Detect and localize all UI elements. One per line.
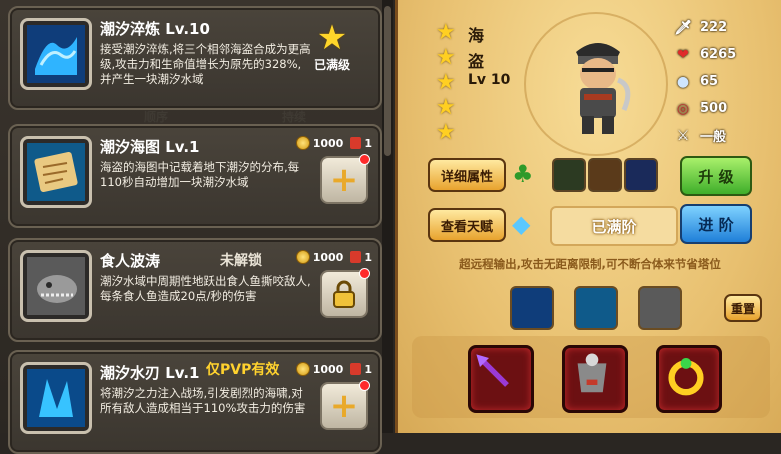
star-rating: ★ ★ ★ ★ ★ <box>436 20 456 145</box>
target-icon: ◎ <box>676 100 690 117</box>
locked-label: 未解锁 <box>220 253 262 269</box>
skill-description: 海盗的海图中记载着地下潮汐的分布,每110秒自动增加一块潮汐水域 <box>100 160 300 189</box>
section-label: 顺序 <box>144 110 169 124</box>
upgrade-cost: 1000 1 <box>295 362 372 376</box>
equipped-orb-icon[interactable] <box>624 158 658 192</box>
skill-card-tide-blade[interactable]: 潮汐水刃 Lv.1 仅PVP有效 将潮汐之力注入战场,引发剧烈的海啸,对所有敌人… <box>8 350 382 454</box>
skill-description: 潮汐水域中周期性地跃出食人鱼撕咬敌人,每条食人鱼造成20点/秒的伤害 <box>100 274 311 303</box>
clover-icon: ♣ <box>512 160 534 188</box>
equipped-map-icon[interactable] <box>552 158 586 192</box>
skill-slot-piranha-wave[interactable] <box>638 286 682 330</box>
hero-name-1: 海 <box>468 26 485 45</box>
notification-dot <box>359 380 370 391</box>
hero-description: 超远程输出,攻击无距离限制,可不断合体来节省塔位 <box>459 257 721 271</box>
sword-icon: 🗡 <box>674 19 692 36</box>
scroll-icon <box>350 363 362 375</box>
skill-card-tide-refine[interactable]: 潮汐淬炼 Lv.10 接受潮汐淬炼,将三个相邻海盗合成为更高级,攻击力和生命值增… <box>8 6 382 110</box>
upgrade-button[interactable]: 升 级 <box>680 156 752 196</box>
hero-level: Lv 10 <box>468 72 511 88</box>
unlock-lock-button[interactable] <box>320 268 370 318</box>
coin-icon <box>295 362 310 376</box>
scroll-cost: 1 <box>364 362 372 376</box>
scrollbar-thumb[interactable] <box>384 6 391 156</box>
tide-refine-icon <box>20 18 92 90</box>
skill-description: 接受潮汐淬炼,将三个相邻海盗合成为更高级,攻击力和生命值增长为原先的328%,并… <box>100 42 311 86</box>
section-label: 持续 <box>282 110 307 124</box>
crystal-icon: ◆ <box>512 210 531 238</box>
skill-title: 潮汐淬炼 Lv.10 <box>100 20 210 38</box>
skill-title: 食人波涛 <box>100 252 161 270</box>
reset-button[interactable]: 重置 <box>724 294 762 322</box>
equipment-slot-spear[interactable] <box>468 345 534 413</box>
star-icon: ★ <box>436 45 456 70</box>
coin-cost: 1000 <box>312 362 344 376</box>
max-level-label: 已满级 <box>313 58 350 72</box>
hero-stats: 🗡 222 ❤ 6265 ● 65 ◎ 500 ⚔ 一般 <box>674 14 736 149</box>
coin-cost: 1000 <box>312 136 344 150</box>
star-icon: ★ <box>316 18 348 58</box>
spear-icon <box>476 354 509 387</box>
skill-list-panel: 潮汐淬炼 Lv.10 接受潮汐淬炼,将三个相邻海盗合成为更高级,攻击力和生命值增… <box>0 0 393 454</box>
stat-attack: 🗡 222 <box>674 19 728 36</box>
equipment-slot-ring[interactable] <box>656 345 722 413</box>
skill-card-piranha-wave[interactable]: 食人波涛 未解锁 潮汐水域中周期性地跃出食人鱼撕咬敌人,每条食人鱼造成20点/秒… <box>8 238 382 342</box>
attack-speed-icon: ⚔ <box>676 127 690 144</box>
hero-name-2: 盗 <box>468 52 485 71</box>
upgrade-plus-button[interactable]: + <box>320 380 370 430</box>
stat-speed: ● 65 <box>674 68 736 95</box>
heart-icon: ❤ <box>677 46 689 63</box>
scroll-icon <box>350 137 362 149</box>
max-level-badge: ★ 已满级 <box>302 20 362 73</box>
lock-icon <box>333 280 355 308</box>
ring-icon <box>668 358 704 396</box>
coin-icon <box>295 136 310 150</box>
scroll-cost: 1 <box>364 250 372 264</box>
skill-title: 潮汐海图 Lv.1 <box>100 138 200 156</box>
tide-blade-icon <box>20 362 92 434</box>
view-talent-button[interactable]: 查看天赋 <box>428 208 506 242</box>
piranha-wave-icon <box>20 250 92 322</box>
coin-icon <box>295 250 310 264</box>
details-button[interactable]: 详细属性 <box>428 158 506 192</box>
skill-card-tide-map[interactable]: 潮汐海图 Lv.1 海盗的海图中记载着地下潮汐的分布,每110秒自动增加一块潮汐… <box>8 124 382 228</box>
advance-button[interactable]: 进 阶 <box>680 204 752 244</box>
scroll-cost: 1 <box>364 136 372 150</box>
star-icon: ★ <box>436 20 456 45</box>
stat-health: ❤ 6265 <box>674 41 736 68</box>
skill-slot-tide-refine[interactable] <box>510 286 554 330</box>
scroll-icon <box>350 251 362 263</box>
equipped-armor-icon[interactable] <box>588 158 622 192</box>
upgrade-cost: 1000 1 <box>295 250 372 264</box>
upgrade-cost: 1000 1 <box>295 136 372 150</box>
star-icon: ★ <box>436 95 456 120</box>
armor-icon <box>577 353 607 393</box>
tide-map-icon <box>20 136 92 208</box>
star-icon: ★ <box>436 120 456 145</box>
skill-slot-tide-map[interactable] <box>574 286 618 330</box>
skill-title: 潮汐水刃 Lv.1 <box>100 364 200 382</box>
pvp-only-tag: 仅PVP有效 <box>206 362 280 378</box>
hero-detail-panel: ★ ★ ★ ★ ★ 海 盗 Lv 10 🗡 222 ❤ 6265 ● 65 ◎ 500 … <box>395 0 781 433</box>
coin-cost: 1000 <box>312 250 344 264</box>
notification-dot <box>359 268 370 279</box>
star-icon: ★ <box>436 70 456 95</box>
equipment-slot-armor[interactable] <box>562 345 628 413</box>
upgrade-plus-button[interactable]: + <box>320 154 370 204</box>
stat-range: ◎ 500 <box>674 95 736 122</box>
max-stage-label: 已满阶 <box>550 206 678 246</box>
skill-description: 将潮汐之力注入战场,引发剧烈的海啸,对所有敌人造成相当于110%攻击力的伤害 <box>100 386 306 415</box>
notification-dot <box>359 154 370 165</box>
pirate-hero-portrait <box>576 43 631 134</box>
stat-attack-speed: ⚔ 一般 <box>674 122 736 149</box>
boot-icon: ● <box>676 73 690 90</box>
